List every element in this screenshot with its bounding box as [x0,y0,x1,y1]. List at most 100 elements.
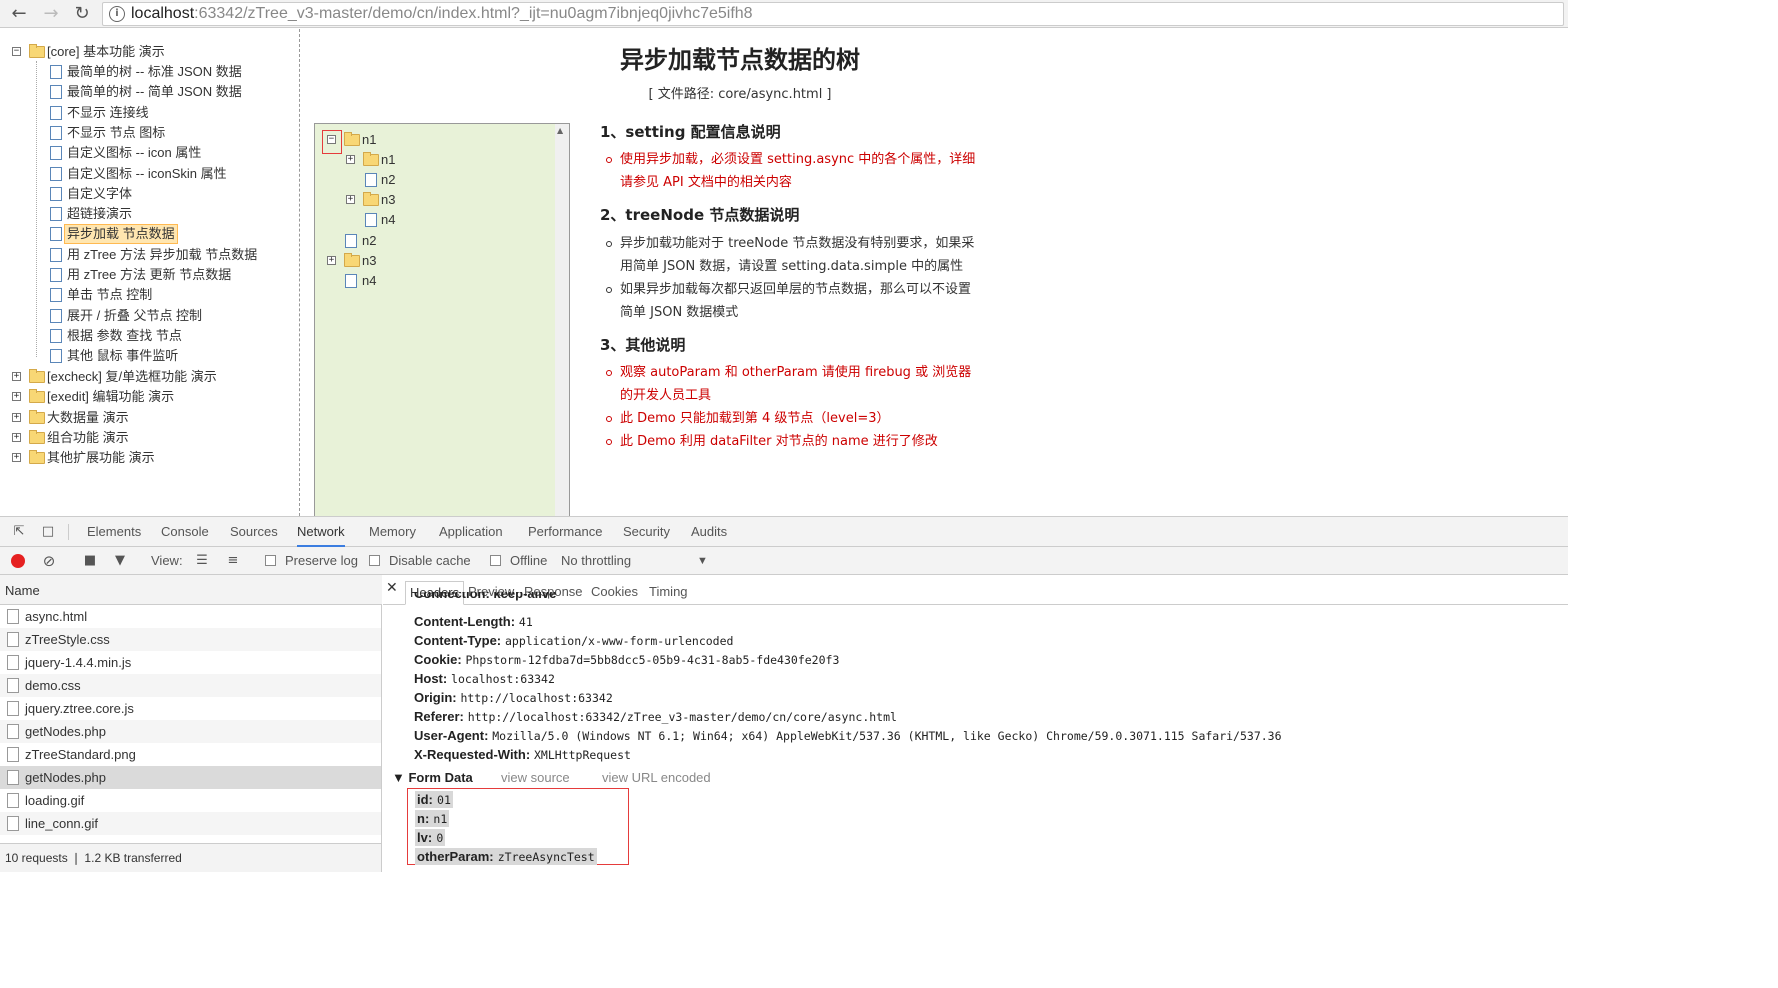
name-column-header[interactable]: Name [0,575,382,605]
request-row[interactable]: loading.gif [0,789,381,812]
expand-switch-icon[interactable]: + [12,372,21,381]
throttling-select[interactable]: No throttling [561,553,631,568]
nav-item[interactable]: 最简单的树 -- 标准 JSON 数据 [67,62,242,82]
tree-node-n1[interactable]: n1 [362,130,376,150]
view-url-encoded-link[interactable]: view URL encoded [602,770,711,785]
devtools-tab-network[interactable]: Network [297,517,345,547]
scroll-up-icon[interactable]: ▲ [557,126,563,135]
collapse-switch-icon[interactable]: − [327,135,336,144]
close-icon[interactable]: ✕ [386,580,398,596]
request-list: Name async.html zTreeStyle.css jquery-1.4.… [0,575,382,872]
nav-group[interactable]: 其他扩展功能 演示 [47,448,155,468]
nav-item[interactable]: 单击 节点 控制 [67,285,152,305]
nav-item[interactable]: 用 zTree 方法 更新 节点数据 [67,265,231,285]
header-value: http://localhost:63342 [460,691,613,705]
header-row: Origin: http://localhost:63342 [414,688,613,707]
nav-group[interactable]: [excheck] 复/单选框功能 演示 [47,367,217,387]
view-source-link[interactable]: view source [501,770,570,785]
expand-switch-icon[interactable]: + [12,453,21,463]
clear-icon[interactable]: ⊘ [40,553,58,569]
view-label: View: [151,553,183,568]
request-row[interactable]: demo.css [0,674,381,697]
header-row: X-Requested-With: XMLHttpRequest [414,745,631,764]
filter-icon[interactable]: ▼ [111,553,129,569]
async-demo-tree: ▲ − n1 + n1 n2 + n3 n4 n2 + n3 n4 [314,123,570,519]
nav-item[interactable]: 用 zTree 方法 异步加载 节点数据 [67,245,257,265]
nav-item[interactable]: 根据 参数 查找 节点 [67,326,182,346]
devtools-tab-performance[interactable]: Performance [528,517,602,547]
scrollbar[interactable]: ▲ [555,124,569,518]
file-icon [50,105,62,120]
request-row[interactable]: zTreeStyle.css [0,628,381,651]
back-arrow-icon[interactable]: ← [8,3,30,25]
tree-node-n2[interactable]: n2 [362,231,376,251]
tree-node-n1-n2[interactable]: n2 [381,170,395,190]
tree-node-n1-n1[interactable]: n1 [381,150,395,170]
devtools-tab-security[interactable]: Security [623,517,670,547]
request-row[interactable]: getNodes.php [0,720,381,743]
offline-checkbox[interactable] [490,555,501,566]
reload-icon[interactable]: ↻ [71,3,93,25]
bullet-text: 使用异步加载，必须设置 setting.async 中的各个属性，详细请参见 A… [606,148,980,194]
chevron-down-icon[interactable]: ▼ [697,555,708,567]
request-row[interactable]: zTreeStandard.png [0,743,381,766]
camera-icon[interactable]: ■ [81,553,99,569]
request-name: loading.gif [25,793,85,808]
disable-cache-checkbox[interactable] [369,555,380,566]
request-row[interactable]: async.html [0,605,381,628]
file-icon [50,146,62,161]
nav-group[interactable]: 大数据量 演示 [47,408,129,428]
nav-item[interactable]: 不显示 节点 图标 [67,123,165,143]
nav-item[interactable]: 展开 / 折叠 父节点 控制 [67,306,202,326]
nav-item[interactable]: 自定义图标 -- iconSkin 属性 [67,164,227,184]
nav-item[interactable]: 其他 鼠标 事件监听 [67,346,178,366]
request-row[interactable]: getNodes.php [0,766,381,789]
preserve-log-checkbox[interactable] [265,555,276,566]
waterfall-view-icon[interactable]: ≡ [224,553,242,569]
expand-switch-icon[interactable]: + [12,412,21,422]
address-bar[interactable]: i localhost:63342/zTree_v3-master/demo/c… [102,2,1564,26]
inspect-element-icon[interactable]: ⇱ [10,524,28,540]
nav-group-core[interactable]: [core] 基本功能 演示 [47,42,165,62]
expand-switch-icon[interactable]: + [12,392,21,402]
nav-item[interactable]: 最简单的树 -- 简单 JSON 数据 [67,82,242,102]
tree-node-n1-n4[interactable]: n4 [381,210,395,230]
devtools-tab-audits[interactable]: Audits [691,517,727,547]
form-data-heading[interactable]: ▼ Form Data [392,770,473,785]
devtools-tab-sources[interactable]: Sources [230,517,278,547]
collapse-switch-icon[interactable]: − [12,47,21,56]
nav-item[interactable]: 超链接演示 [67,204,132,224]
devtools-tab-application[interactable]: Application [439,517,503,547]
expand-switch-icon[interactable]: + [327,256,336,265]
nav-item[interactable]: 异步加载 节点数据 [64,224,178,245]
record-icon[interactable] [11,554,25,568]
form-data-value: 01 [437,793,451,807]
detail-tab-cookies[interactable]: Cookies [591,581,638,605]
expand-switch-icon[interactable]: + [12,432,21,442]
nav-group[interactable]: [exedit] 编辑功能 演示 [47,387,174,407]
form-data-row: otherParam: zTreeAsyncTest [415,848,597,865]
device-mode-icon[interactable]: □ [39,524,57,540]
tree-node-n3[interactable]: n3 [362,251,376,271]
expand-switch-icon[interactable]: + [346,195,355,204]
list-view-icon[interactable]: ☰ [193,553,211,569]
devtools-tab-memory[interactable]: Memory [369,517,416,547]
request-row[interactable]: jquery.ztree.core.js [0,697,381,720]
tree-node-n1-n3[interactable]: n3 [381,190,395,210]
expand-switch-icon[interactable]: + [346,155,355,164]
url-text[interactable]: localhost:63342/zTree_v3-master/demo/cn/… [131,5,753,23]
nav-item[interactable]: 不显示 连接线 [67,103,149,123]
devtools-tab-elements[interactable]: Elements [87,517,141,547]
detail-tab-timing[interactable]: Timing [649,581,688,605]
request-row[interactable]: jquery-1.4.4.min.js [0,651,381,674]
nav-group[interactable]: 组合功能 演示 [47,428,129,448]
file-icon [7,816,19,831]
nav-item[interactable]: 自定义字体 [67,184,132,204]
forward-arrow-icon[interactable]: → [40,3,62,25]
info-icon[interactable]: i [109,6,125,22]
tree-node-n4[interactable]: n4 [362,271,376,291]
file-icon [345,234,357,248]
request-row[interactable]: line_conn.gif [0,812,381,835]
nav-item[interactable]: 自定义图标 -- icon 属性 [67,143,201,163]
devtools-tab-console[interactable]: Console [161,517,209,547]
